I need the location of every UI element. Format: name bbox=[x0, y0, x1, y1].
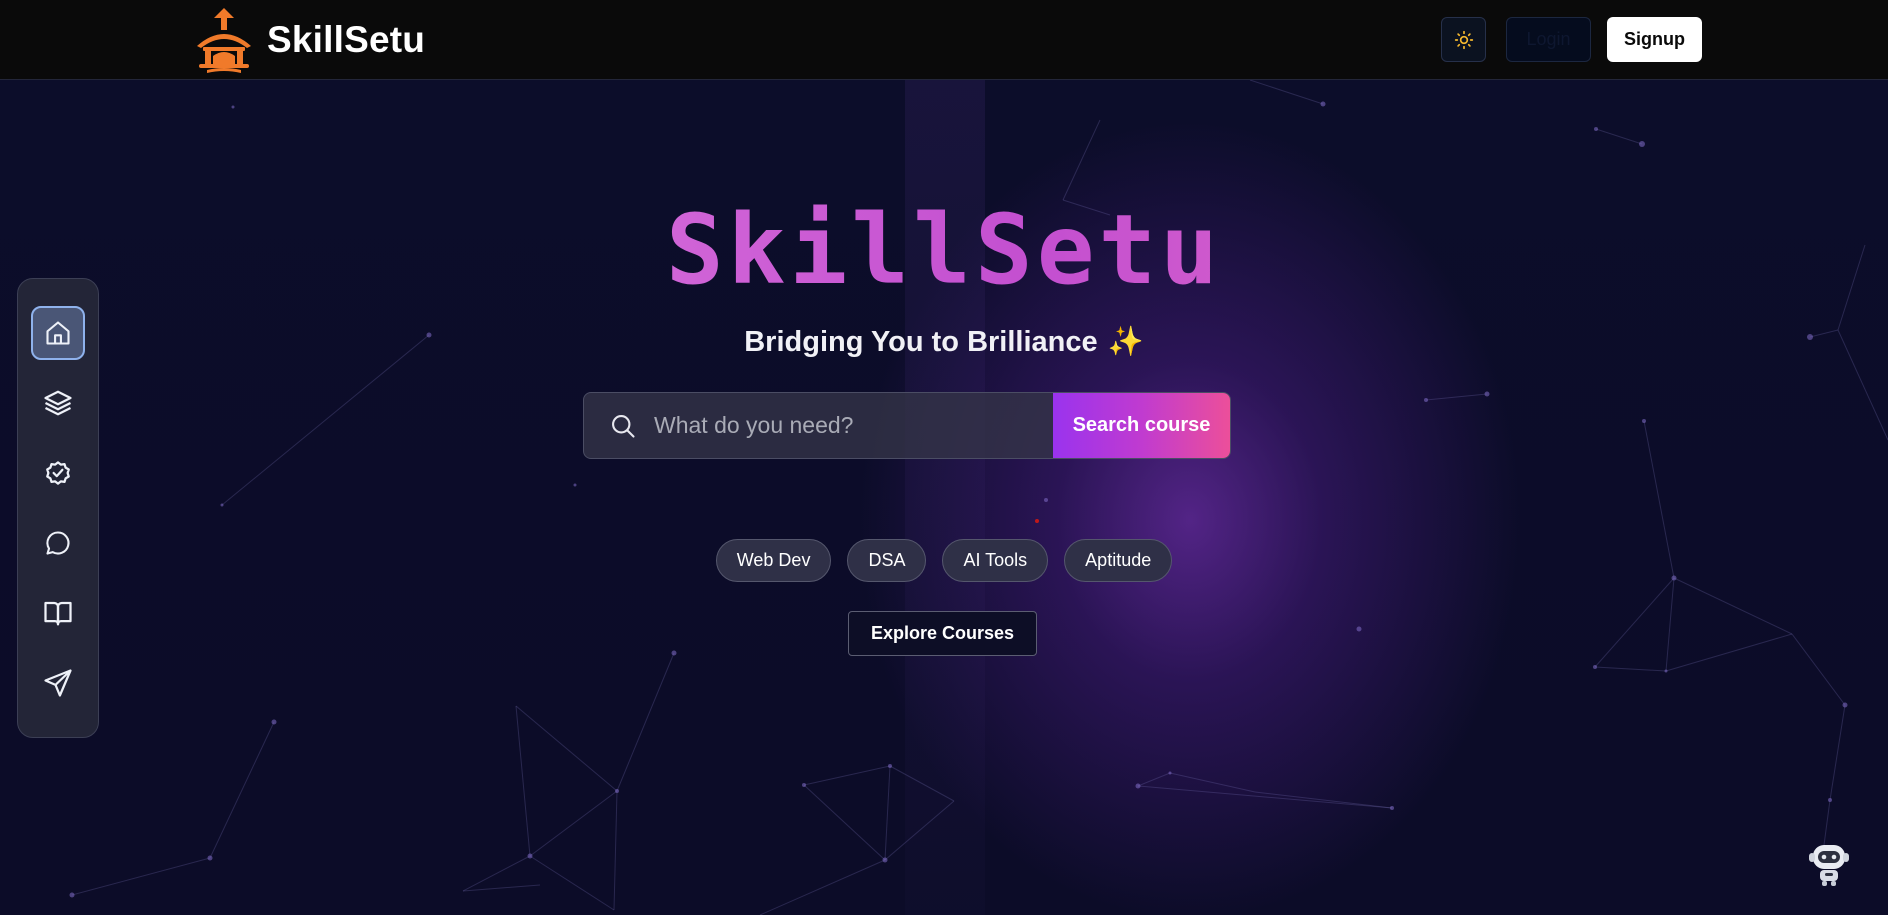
hero-subtitle-text: Bridging You to Brilliance bbox=[744, 326, 1098, 358]
search-icon bbox=[584, 393, 654, 458]
chip-aptitude[interactable]: Aptitude bbox=[1064, 539, 1173, 582]
top-navbar: SkillSetu Login Signup bbox=[0, 0, 1888, 80]
course-search-bar: Search course bbox=[583, 392, 1231, 459]
brand-name: SkillSetu bbox=[267, 19, 426, 60]
send-icon bbox=[44, 669, 72, 697]
badge-check-icon bbox=[46, 461, 70, 485]
brand-link[interactable]: SkillSetu bbox=[193, 0, 425, 80]
sparkles-icon: ✨ bbox=[1107, 326, 1144, 358]
topic-chips: Web Dev DSA AI Tools Aptitude bbox=[0, 539, 1888, 582]
cursor-dot bbox=[1035, 519, 1039, 523]
layers-icon bbox=[44, 390, 72, 416]
school-building-icon bbox=[197, 8, 251, 73]
search-input[interactable] bbox=[654, 393, 1053, 458]
chip-web-dev[interactable]: Web Dev bbox=[715, 539, 832, 582]
sidebar-item-contact[interactable] bbox=[31, 656, 85, 710]
signup-button[interactable]: Signup bbox=[1607, 17, 1702, 62]
sidebar-item-certificates[interactable] bbox=[31, 446, 85, 500]
explore-courses-button[interactable]: Explore Courses bbox=[848, 611, 1037, 656]
search-course-button[interactable]: Search course bbox=[1053, 393, 1230, 458]
login-button[interactable]: Login bbox=[1506, 17, 1591, 62]
hero-subtitle: Bridging You to Brilliance ✨ bbox=[0, 325, 1888, 359]
theme-toggle-button[interactable] bbox=[1441, 17, 1486, 62]
sidebar-item-courses[interactable] bbox=[31, 376, 85, 430]
chip-ai-tools[interactable]: AI Tools bbox=[942, 539, 1049, 582]
chip-dsa[interactable]: DSA bbox=[847, 539, 927, 582]
robot-assistant-icon[interactable] bbox=[1808, 841, 1850, 887]
sun-icon bbox=[1454, 30, 1473, 49]
sidebar-item-library[interactable] bbox=[31, 586, 85, 640]
hero-title: SkillSetu bbox=[0, 200, 1888, 300]
open-book-icon bbox=[44, 601, 72, 626]
